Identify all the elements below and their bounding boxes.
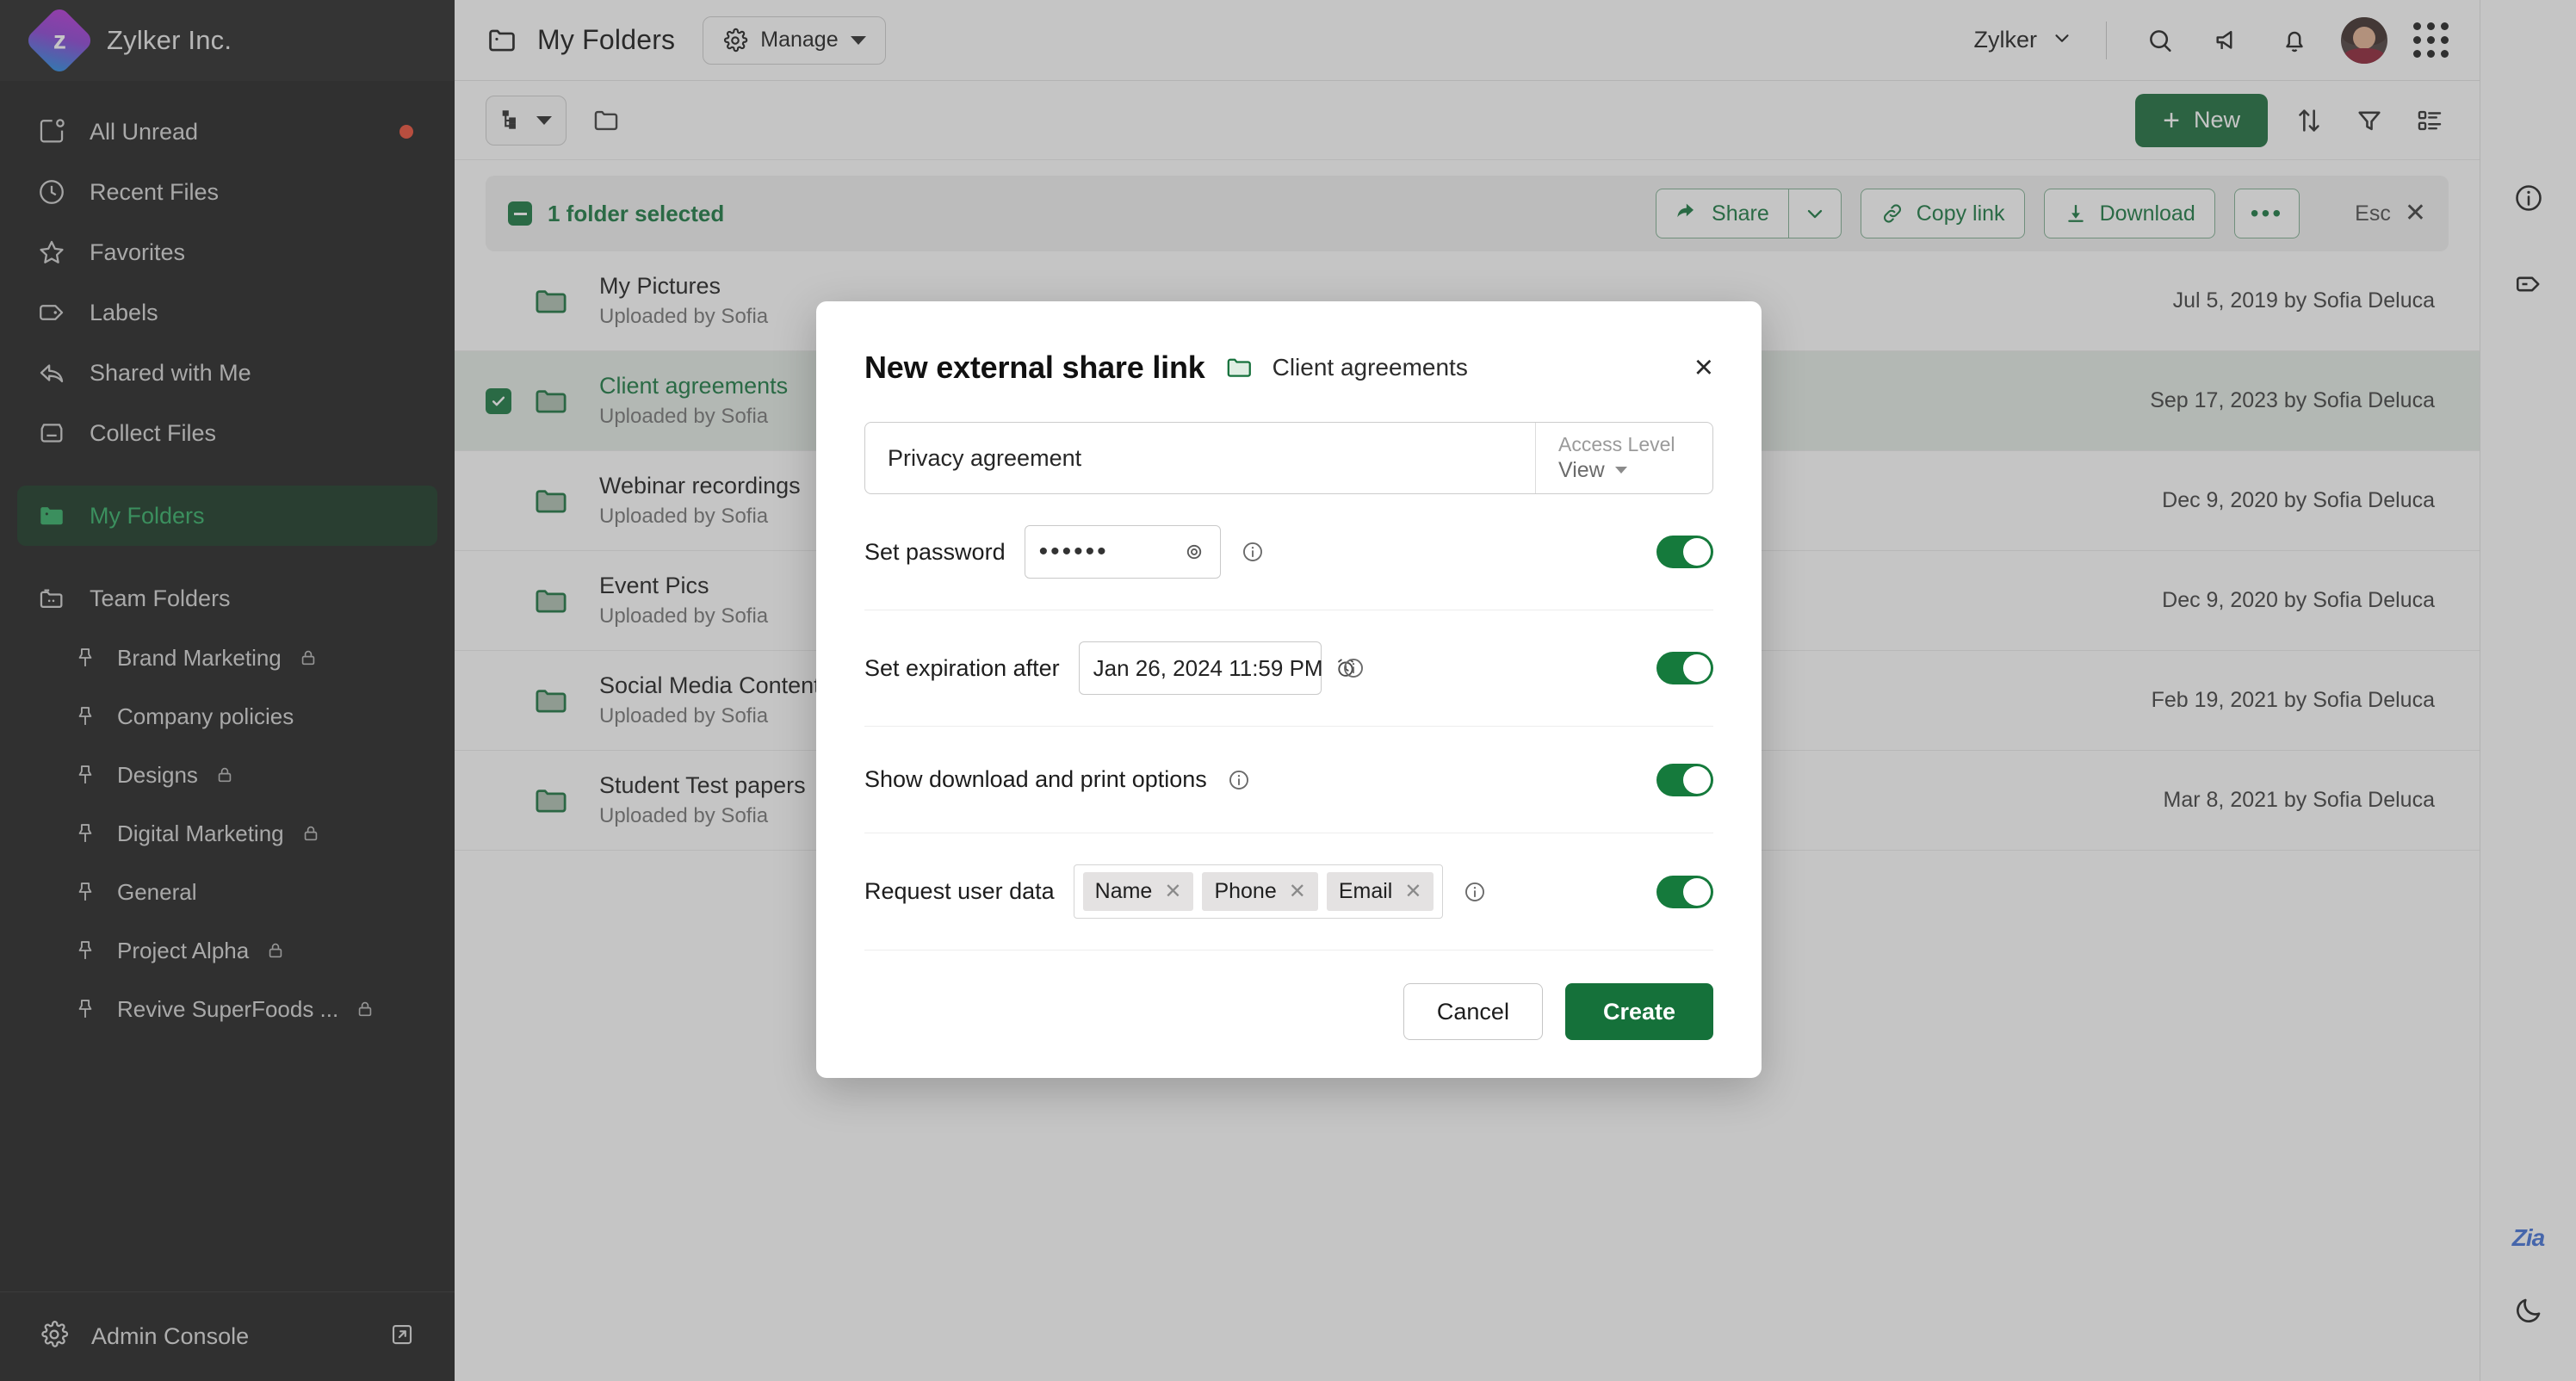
toggle-knob bbox=[1683, 538, 1711, 566]
info-icon[interactable] bbox=[1462, 879, 1488, 905]
modal-header: New external share link Client agreement… bbox=[864, 350, 1713, 386]
access-level-select[interactable]: Access Level View bbox=[1535, 423, 1712, 493]
chip-remove-icon[interactable]: ✕ bbox=[1404, 881, 1421, 902]
show-download-print-label: Show download and print options bbox=[864, 766, 1207, 792]
modal-folder-name: Client agreements bbox=[1272, 354, 1468, 381]
expiration-value: Jan 26, 2024 11:59 PM bbox=[1093, 654, 1323, 681]
access-level-label: Access Level bbox=[1558, 433, 1675, 456]
set-expiration-label: Set expiration after bbox=[864, 654, 1060, 681]
request-user-data-toggle[interactable] bbox=[1656, 875, 1713, 908]
application-window: z Zylker Inc. All Unread Recent Files Fa… bbox=[0, 0, 2576, 1381]
request-user-data-row: Request user data Name ✕ Phone ✕ Email ✕ bbox=[864, 833, 1713, 951]
password-input[interactable]: •••••• bbox=[1024, 525, 1221, 579]
chip-name[interactable]: Name ✕ bbox=[1082, 872, 1194, 911]
request-user-data-label: Request user data bbox=[864, 878, 1055, 904]
access-level-value-row: View bbox=[1558, 458, 1690, 483]
folder-icon bbox=[1224, 353, 1254, 382]
info-icon[interactable] bbox=[1240, 539, 1266, 565]
eye-icon[interactable] bbox=[1182, 540, 1206, 564]
chip-label: Name bbox=[1094, 879, 1153, 903]
user-data-chips[interactable]: Name ✕ Phone ✕ Email ✕ bbox=[1073, 864, 1444, 919]
toggle-knob bbox=[1683, 877, 1711, 906]
set-password-toggle[interactable] bbox=[1656, 536, 1713, 568]
link-name-field-group: Privacy agreement Access Level View bbox=[864, 422, 1713, 494]
toggle-knob bbox=[1683, 765, 1711, 794]
close-icon[interactable]: × bbox=[1694, 351, 1713, 384]
set-password-label: Set password bbox=[864, 538, 1006, 565]
link-name-input[interactable]: Privacy agreement bbox=[865, 445, 1535, 472]
access-level-value: View bbox=[1558, 457, 1605, 482]
info-icon[interactable] bbox=[1226, 767, 1252, 793]
set-password-row: Set password •••••• bbox=[864, 494, 1713, 610]
create-button[interactable]: Create bbox=[1564, 983, 1713, 1040]
password-value: •••••• bbox=[1038, 537, 1109, 566]
chip-label: Phone bbox=[1214, 879, 1277, 903]
new-external-share-link-dialog: New external share link Client agreement… bbox=[816, 301, 1762, 1078]
info-icon[interactable] bbox=[1341, 655, 1366, 681]
chip-label: Email bbox=[1338, 879, 1393, 903]
expiration-input[interactable]: Jan 26, 2024 11:59 PM bbox=[1078, 641, 1353, 695]
show-download-print-toggle[interactable] bbox=[1656, 763, 1713, 796]
chip-phone[interactable]: Phone ✕ bbox=[1202, 872, 1318, 911]
chip-remove-icon[interactable]: ✕ bbox=[1289, 881, 1306, 902]
set-expiration-toggle[interactable] bbox=[1656, 652, 1713, 684]
cancel-button[interactable]: Cancel bbox=[1403, 983, 1543, 1040]
show-download-print-row: Show download and print options bbox=[864, 727, 1713, 833]
toggle-knob bbox=[1683, 654, 1711, 682]
chevron-down-icon bbox=[1614, 467, 1627, 474]
modal-footer: Cancel Create bbox=[864, 951, 1713, 1040]
set-expiration-row: Set expiration after Jan 26, 2024 11:59 … bbox=[864, 610, 1713, 727]
chip-email[interactable]: Email ✕ bbox=[1326, 872, 1434, 911]
chip-remove-icon[interactable]: ✕ bbox=[1164, 881, 1181, 902]
modal-title: New external share link bbox=[864, 350, 1205, 385]
